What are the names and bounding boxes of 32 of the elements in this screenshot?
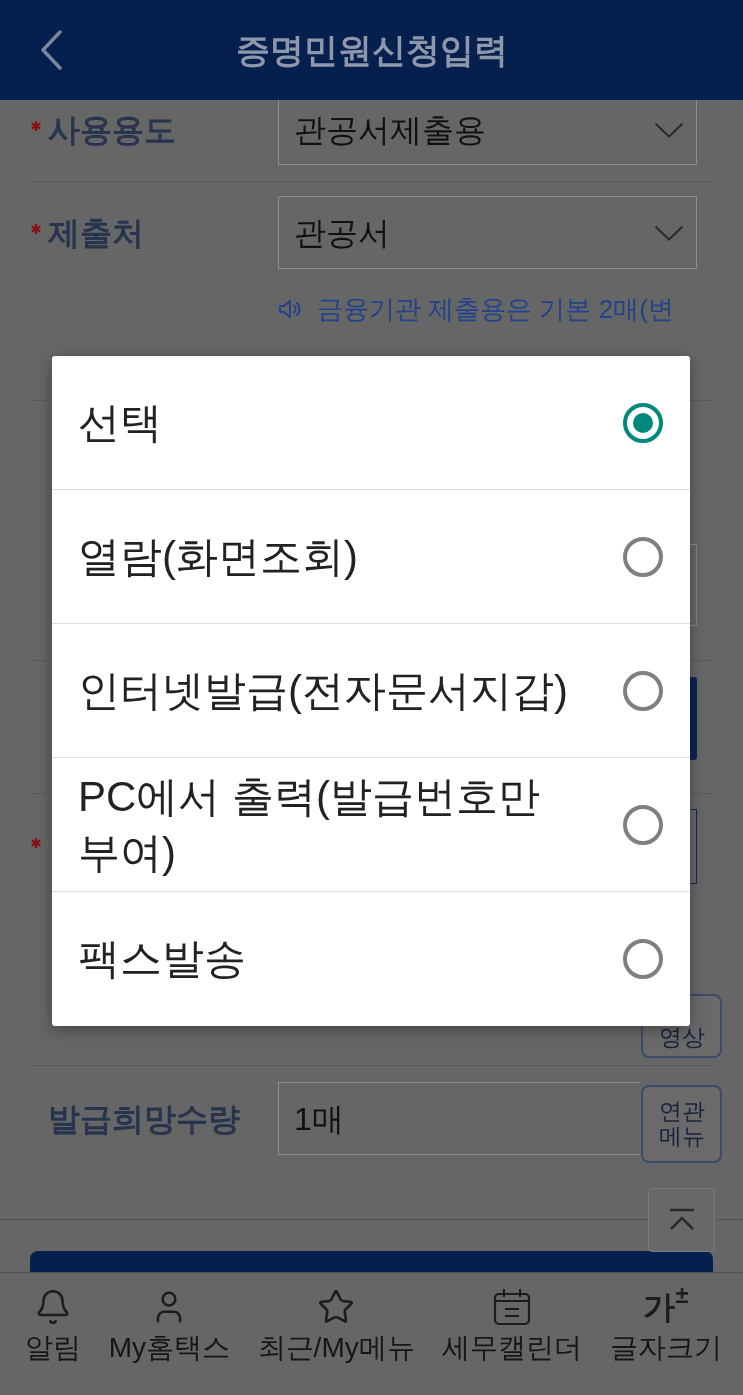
radio-button[interactable] [623,670,663,711]
chevron-down-icon [654,224,684,241]
nav-tab[interactable]: 세무캘린더 [442,1288,583,1362]
select-field[interactable]: 관공서 [278,196,697,269]
radio-button[interactable] [623,402,663,443]
back-icon[interactable] [40,30,62,70]
option-row[interactable]: PC에서 출력(발급번호만 부여) [52,758,690,892]
nav-tab[interactable]: 알림 [25,1288,81,1362]
nav-tab[interactable]: My홈택스 [108,1288,230,1362]
select-field[interactable]: 관공서제출용 [278,100,697,165]
chevron-down-icon [654,122,684,138]
option-row[interactable]: 인터넷발급(전자문서지갑) [52,624,690,758]
speaker-icon [278,299,301,319]
font-size-glyph: 가$^{±}$ [643,1288,689,1326]
scroll-top-icon [667,1208,696,1232]
option-row[interactable]: 선택 [52,356,690,490]
option-row[interactable]: 열람(화면조회) [52,490,690,624]
star-icon [317,1288,356,1326]
radio-button[interactable] [623,939,663,979]
field-label: 발급희망수량 [48,1102,241,1135]
nav-tab[interactable]: 최근/My메뉴 [257,1288,415,1362]
input-field[interactable]: 1매 [278,1082,640,1155]
side-button[interactable]: 연관메뉴 [641,1085,722,1163]
field-label: 제출처 [48,216,145,249]
nav-tab[interactable]: 가$^{±}$ 글자크기 [610,1288,722,1362]
radio-button[interactable] [623,536,663,577]
radio-button[interactable] [623,804,663,845]
field-label: 사용용도 [48,114,177,146]
notice-text: 금융기관 제출용은 기본 2매(변 [317,296,674,322]
calendar-icon [493,1288,532,1326]
scroll-top-button[interactable] [648,1188,715,1252]
page-title: 증명민원신청입력 [235,33,508,67]
